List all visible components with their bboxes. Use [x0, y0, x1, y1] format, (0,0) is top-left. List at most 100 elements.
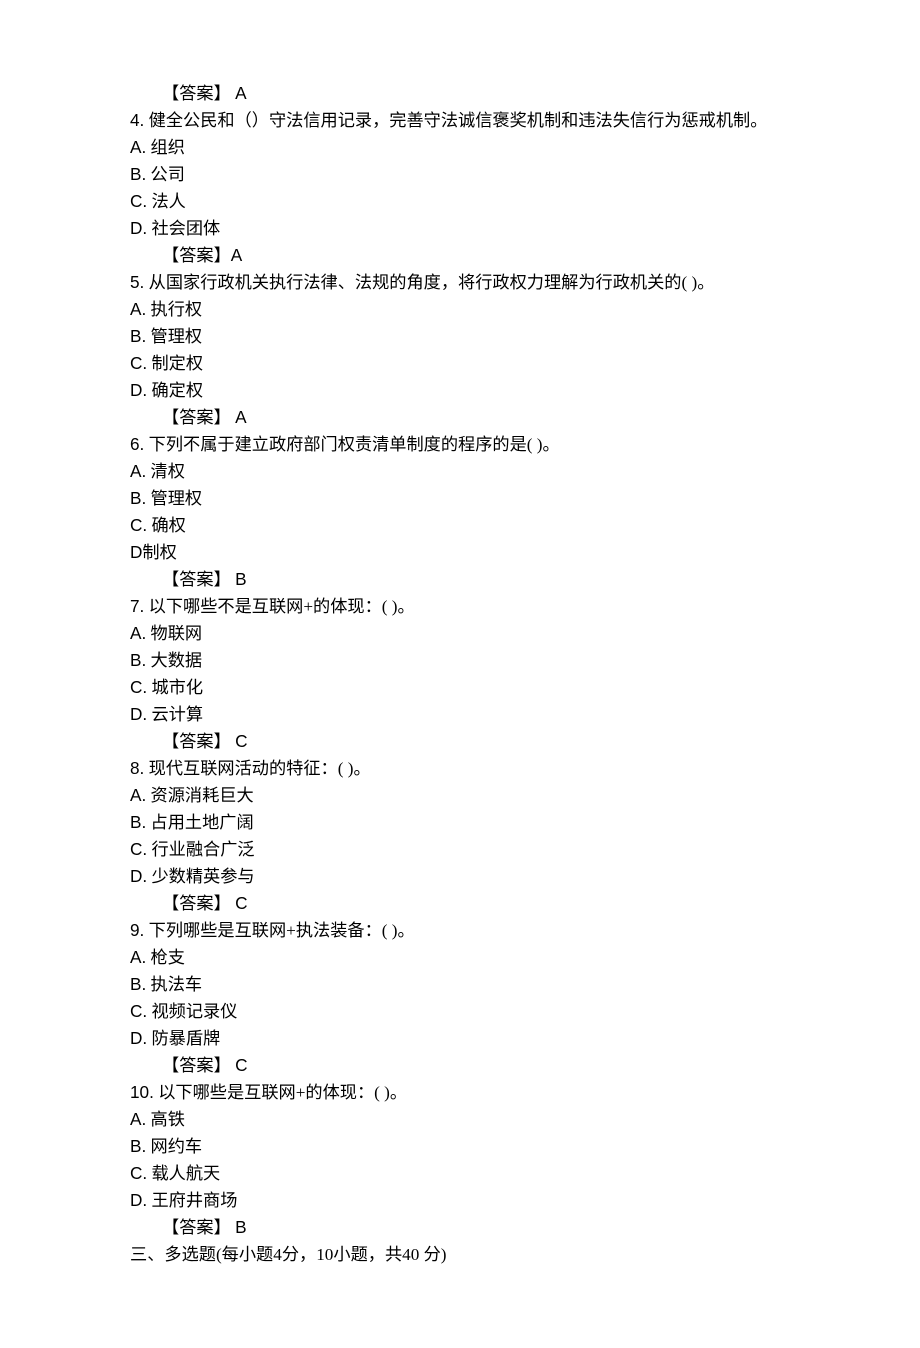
answer-label: 【答案】	[162, 570, 231, 589]
option: A. 清权	[130, 458, 820, 485]
option-text: 社会团体	[151, 219, 220, 238]
question-number: 9.	[130, 920, 144, 940]
option: D. 云计算	[130, 701, 820, 728]
option-text: 云计算	[151, 705, 203, 724]
question-stem: 7. 以下哪些不是互联网+的体现：( )。	[130, 593, 820, 620]
option: A. 组织	[130, 134, 820, 161]
option: B. 占用土地广阔	[130, 809, 820, 836]
option-text: 行业融合广泛	[151, 840, 254, 859]
question-block: 9. 下列哪些是互联网+执法装备：( )。 A. 枪支 B. 执法车 C. 视频…	[130, 917, 820, 1079]
option-text: 枪支	[151, 948, 185, 967]
question-number: 8.	[130, 758, 144, 778]
option-text: 清权	[151, 462, 185, 481]
section-header-text: 三、多选题(每小题4分，10小题，共40 分)	[130, 1245, 447, 1264]
option-letter: A.	[130, 785, 146, 805]
option-letter: C.	[130, 353, 147, 373]
option-letter: D.	[130, 1028, 147, 1048]
option: A. 物联网	[130, 620, 820, 647]
option: B. 执法车	[130, 971, 820, 998]
question-block: 6. 下列不属于建立政府部门权责清单制度的程序的是( )。 A. 清权 B. 管…	[130, 431, 820, 593]
question-stem: 5. 从国家行政机关执行法律、法规的角度，将行政权力理解为行政机关的( )。	[130, 269, 820, 296]
question-text: 以下哪些不是互联网+的体现：( )。	[149, 597, 415, 616]
question-stem: 10. 以下哪些是互联网+的体现：( )。	[130, 1079, 820, 1106]
option: B. 公司	[130, 161, 820, 188]
question-stem: 8. 现代互联网活动的特征：( )。	[130, 755, 820, 782]
option-letter: B.	[130, 812, 146, 832]
option-text: 组织	[151, 138, 185, 157]
option-letter: D.	[130, 218, 147, 238]
question-text: 现代互联网活动的特征：( )。	[149, 759, 371, 778]
question-stem: 9. 下列哪些是互联网+执法装备：( )。	[130, 917, 820, 944]
answer-value: A	[235, 407, 246, 427]
option: C. 城市化	[130, 674, 820, 701]
option-letter: A.	[130, 299, 146, 319]
option: A. 执行权	[130, 296, 820, 323]
option-letter: A.	[130, 623, 146, 643]
option: C. 制定权	[130, 350, 820, 377]
option-text: 制权	[142, 543, 176, 562]
answer-value: A	[231, 245, 242, 265]
question-number: 5.	[130, 272, 144, 292]
answer-value: A	[235, 83, 246, 103]
answer-label: 【答案】	[162, 732, 231, 751]
option: D. 防暴盾牌	[130, 1025, 820, 1052]
answer-value: B	[235, 569, 246, 589]
question-text: 以下哪些是互联网+的体现：( )。	[158, 1083, 407, 1102]
option-text: 视频记录仪	[151, 1002, 237, 1021]
answer-label: 【答案】	[162, 1056, 231, 1075]
option-letter: D	[130, 542, 142, 562]
option: D. 王府井商场	[130, 1187, 820, 1214]
answer-value: C	[235, 1055, 247, 1075]
question-text: 下列哪些是互联网+执法装备：( )。	[149, 921, 415, 940]
answer-line: 【答案】A	[130, 242, 820, 269]
option-text: 管理权	[151, 489, 203, 508]
option-letter: A.	[130, 947, 146, 967]
option-text: 载人航天	[151, 1164, 220, 1183]
question-text: 从国家行政机关执行法律、法规的角度，将行政权力理解为行政机关的( )。	[149, 273, 715, 292]
option-letter: C.	[130, 191, 147, 211]
question-block: 7. 以下哪些不是互联网+的体现：( )。 A. 物联网 B. 大数据 C. 城…	[130, 593, 820, 755]
question-number: 4.	[130, 110, 144, 130]
question-block: 4. 健全公民和（）守法信用记录，完善守法诚信褒奖机制和违法失信行为惩戒机制。 …	[130, 107, 820, 269]
option: C. 载人航天	[130, 1160, 820, 1187]
option: D. 少数精英参与	[130, 863, 820, 890]
option-text: 防暴盾牌	[151, 1029, 220, 1048]
question-stem: 4. 健全公民和（）守法信用记录，完善守法诚信褒奖机制和违法失信行为惩戒机制。	[130, 107, 820, 134]
option-letter: B.	[130, 488, 146, 508]
option-text: 高铁	[151, 1110, 185, 1129]
option-letter: C.	[130, 1001, 147, 1021]
answer-line: 【答案】 C	[130, 1052, 820, 1079]
option-text: 执行权	[151, 300, 203, 319]
option: B. 网约车	[130, 1133, 820, 1160]
option-letter: C.	[130, 515, 147, 535]
option-letter: A.	[130, 461, 146, 481]
option: A. 枪支	[130, 944, 820, 971]
answer-line: 【答案】 B	[130, 566, 820, 593]
option-letter: B.	[130, 974, 146, 994]
option-letter: C.	[130, 839, 147, 859]
option-letter: B.	[130, 164, 146, 184]
option: A. 资源消耗巨大	[130, 782, 820, 809]
option-text: 法人	[151, 192, 185, 211]
option-text: 公司	[151, 165, 185, 184]
option-text: 制定权	[151, 354, 203, 373]
option-letter: C.	[130, 677, 147, 697]
answer-label: 【答案】	[162, 246, 231, 265]
answer-line: 【答案】 B	[130, 1214, 820, 1241]
option: C. 法人	[130, 188, 820, 215]
question-block: 10. 以下哪些是互联网+的体现：( )。 A. 高铁 B. 网约车 C. 载人…	[130, 1079, 820, 1241]
document-page: 【答案】 A 4. 健全公民和（）守法信用记录，完善守法诚信褒奖机制和违法失信行…	[0, 0, 920, 1348]
section-header: 三、多选题(每小题4分，10小题，共40 分)	[130, 1241, 820, 1268]
option: B. 管理权	[130, 323, 820, 350]
option-text: 少数精英参与	[151, 867, 254, 886]
option-text: 执法车	[151, 975, 203, 994]
option: D. 社会团体	[130, 215, 820, 242]
answer-label: 【答案】	[162, 1218, 231, 1237]
answer-line: 【答案】 C	[130, 728, 820, 755]
answer-line: 【答案】 A	[130, 404, 820, 431]
option-text: 确定权	[151, 381, 203, 400]
option: C. 视频记录仪	[130, 998, 820, 1025]
option-text: 占用土地广阔	[151, 813, 254, 832]
prev-answer-line: 【答案】 A	[130, 80, 820, 107]
option: A. 高铁	[130, 1106, 820, 1133]
